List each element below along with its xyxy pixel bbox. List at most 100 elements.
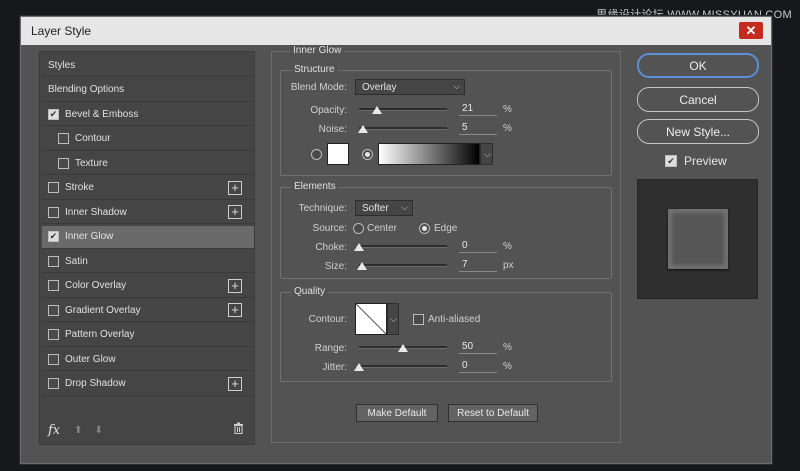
glow-gradient-preview[interactable] — [378, 143, 480, 165]
source-edge-label: Edge — [434, 223, 458, 234]
style-item-blending-options[interactable]: Blending Options — [42, 79, 254, 102]
glow-color-swatch[interactable] — [327, 143, 349, 165]
size-label: Size: — [324, 261, 347, 272]
style-item-label: Texture — [75, 157, 108, 169]
style-checkbox[interactable] — [48, 182, 59, 193]
elements-title: Elements — [291, 181, 339, 192]
style-checkbox[interactable] — [58, 157, 69, 169]
jitter-label: Jitter: — [322, 362, 347, 373]
style-item-contour[interactable]: Contour — [42, 128, 254, 151]
style-item-label: Contour — [75, 133, 111, 144]
size-slider[interactable] — [356, 262, 447, 270]
jitter-slider[interactable] — [354, 363, 447, 371]
range-input[interactable]: 50 — [459, 339, 497, 354]
source-center-label: Center — [367, 223, 398, 234]
gradient-picker-toggle[interactable]: ⌵ — [480, 143, 493, 165]
preview-label: Preview — [684, 154, 727, 168]
jitter-input[interactable]: 0 — [459, 358, 497, 373]
add-effect-plus-icon[interactable]: + — [228, 180, 242, 195]
trash-icon[interactable] — [233, 422, 244, 437]
style-checkbox[interactable]: ✔ — [48, 231, 59, 242]
jitter-unit: % — [503, 361, 512, 372]
source-center-radio[interactable] — [353, 223, 364, 234]
style-checkbox[interactable]: ✔ — [48, 108, 59, 120]
style-checkbox[interactable] — [48, 378, 59, 389]
choke-slider[interactable] — [354, 243, 447, 251]
noise-slider-thumb[interactable] — [358, 125, 369, 133]
new-style-button[interactable]: New Style... — [637, 119, 759, 144]
add-effect-plus-icon[interactable]: + — [228, 303, 242, 317]
style-checkbox[interactable] — [58, 133, 69, 144]
checkmark-icon: ✔ — [49, 108, 58, 119]
noise-slider[interactable] — [358, 125, 447, 133]
opacity-slider[interactable] — [359, 106, 447, 114]
style-item-styles[interactable]: Styles — [42, 54, 254, 77]
opacity-slider-thumb[interactable] — [372, 106, 383, 114]
reset-to-default-button[interactable]: Reset to Default — [448, 404, 538, 422]
noise-label: Noise: — [318, 124, 347, 135]
style-checkbox[interactable] — [48, 280, 59, 291]
style-item-pattern-overlay[interactable]: Pattern Overlay — [42, 324, 254, 347]
style-item-stroke[interactable]: Stroke + — [42, 177, 254, 200]
style-item-inner-glow[interactable]: ✔ Inner Glow — [42, 225, 254, 249]
jitter-slider-thumb[interactable] — [354, 363, 364, 371]
ok-button[interactable]: OK — [637, 53, 759, 78]
style-preview — [637, 179, 758, 299]
style-item-drop-shadow[interactable]: Drop Shadow + — [42, 373, 254, 396]
noise-input[interactable]: 5 — [459, 120, 497, 135]
range-slider[interactable] — [359, 344, 447, 352]
anti-aliased-checkbox[interactable] — [413, 314, 424, 325]
style-item-color-overlay[interactable]: Color Overlay + — [42, 275, 254, 298]
preview-checkbox[interactable]: ✔ — [665, 155, 677, 167]
style-item-satin[interactable]: Satin — [42, 250, 254, 273]
contour-preview[interactable] — [355, 303, 387, 335]
preview-toggle[interactable]: ✔ Preview — [665, 154, 727, 168]
opacity-input[interactable]: 21 — [459, 101, 497, 116]
technique-value: Softer — [362, 202, 389, 214]
noise-unit: % — [503, 123, 512, 134]
cancel-button[interactable]: Cancel — [637, 87, 759, 112]
add-effect-plus-icon[interactable]: + — [228, 205, 242, 219]
style-item-label: Blending Options — [48, 84, 125, 95]
style-checkbox[interactable] — [48, 329, 59, 340]
style-checkbox[interactable] — [48, 206, 59, 218]
style-item-label: Inner Glow — [65, 231, 114, 242]
choke-input[interactable]: 0 — [459, 238, 497, 253]
fx-icon[interactable]: fx — [48, 423, 60, 438]
style-checkbox[interactable] — [48, 255, 59, 267]
add-effect-plus-icon[interactable]: + — [228, 376, 242, 391]
styles-list-panel: Styles Blending Options ✔ Bevel & Emboss Con… — [39, 51, 255, 445]
checkmark-icon: ✔ — [667, 155, 675, 166]
style-item-label: Bevel & Emboss — [65, 108, 139, 120]
style-item-texture[interactable]: Texture — [42, 152, 254, 175]
chevron-down-icon: ⌵ — [453, 81, 460, 91]
style-item-outer-glow[interactable]: Outer Glow — [42, 348, 254, 371]
size-slider-thumb[interactable] — [356, 262, 367, 270]
size-input[interactable]: 7 — [459, 257, 497, 272]
contour-picker-toggle[interactable]: ⌵ — [387, 303, 399, 335]
choke-slider-thumb[interactable] — [354, 243, 364, 251]
move-up-icon[interactable]: ⬆ — [74, 425, 82, 436]
glow-color-radio[interactable] — [311, 149, 322, 160]
add-effect-plus-icon[interactable]: + — [228, 278, 242, 293]
make-default-button[interactable]: Make Default — [356, 404, 438, 422]
technique-label: Technique: — [298, 203, 347, 214]
style-item-bevel-emboss[interactable]: ✔ Bevel & Emboss — [42, 103, 254, 126]
style-item-label: Outer Glow — [65, 353, 116, 365]
style-checkbox[interactable] — [48, 304, 59, 316]
style-checkbox[interactable] — [48, 353, 59, 365]
source-label: Source: — [312, 223, 347, 234]
style-item-gradient-overlay[interactable]: Gradient Overlay + — [42, 299, 254, 322]
close-button[interactable]: ✕ — [739, 22, 763, 39]
inner-glow-title: Inner Glow — [290, 45, 345, 56]
style-item-label: Gradient Overlay — [65, 304, 141, 316]
move-down-icon[interactable]: ⬇ — [95, 425, 103, 436]
source-edge-radio[interactable] — [419, 223, 430, 234]
blend-mode-select[interactable]: Overlay ⌵ — [355, 79, 465, 95]
title-bar: Layer Style ✕ — [21, 17, 771, 45]
range-slider-thumb[interactable] — [398, 344, 408, 352]
choke-label: Choke: — [315, 242, 347, 253]
style-item-inner-shadow[interactable]: Inner Shadow + — [42, 201, 254, 224]
glow-gradient-radio[interactable] — [362, 149, 373, 160]
technique-select[interactable]: Softer ⌵ — [355, 200, 413, 216]
